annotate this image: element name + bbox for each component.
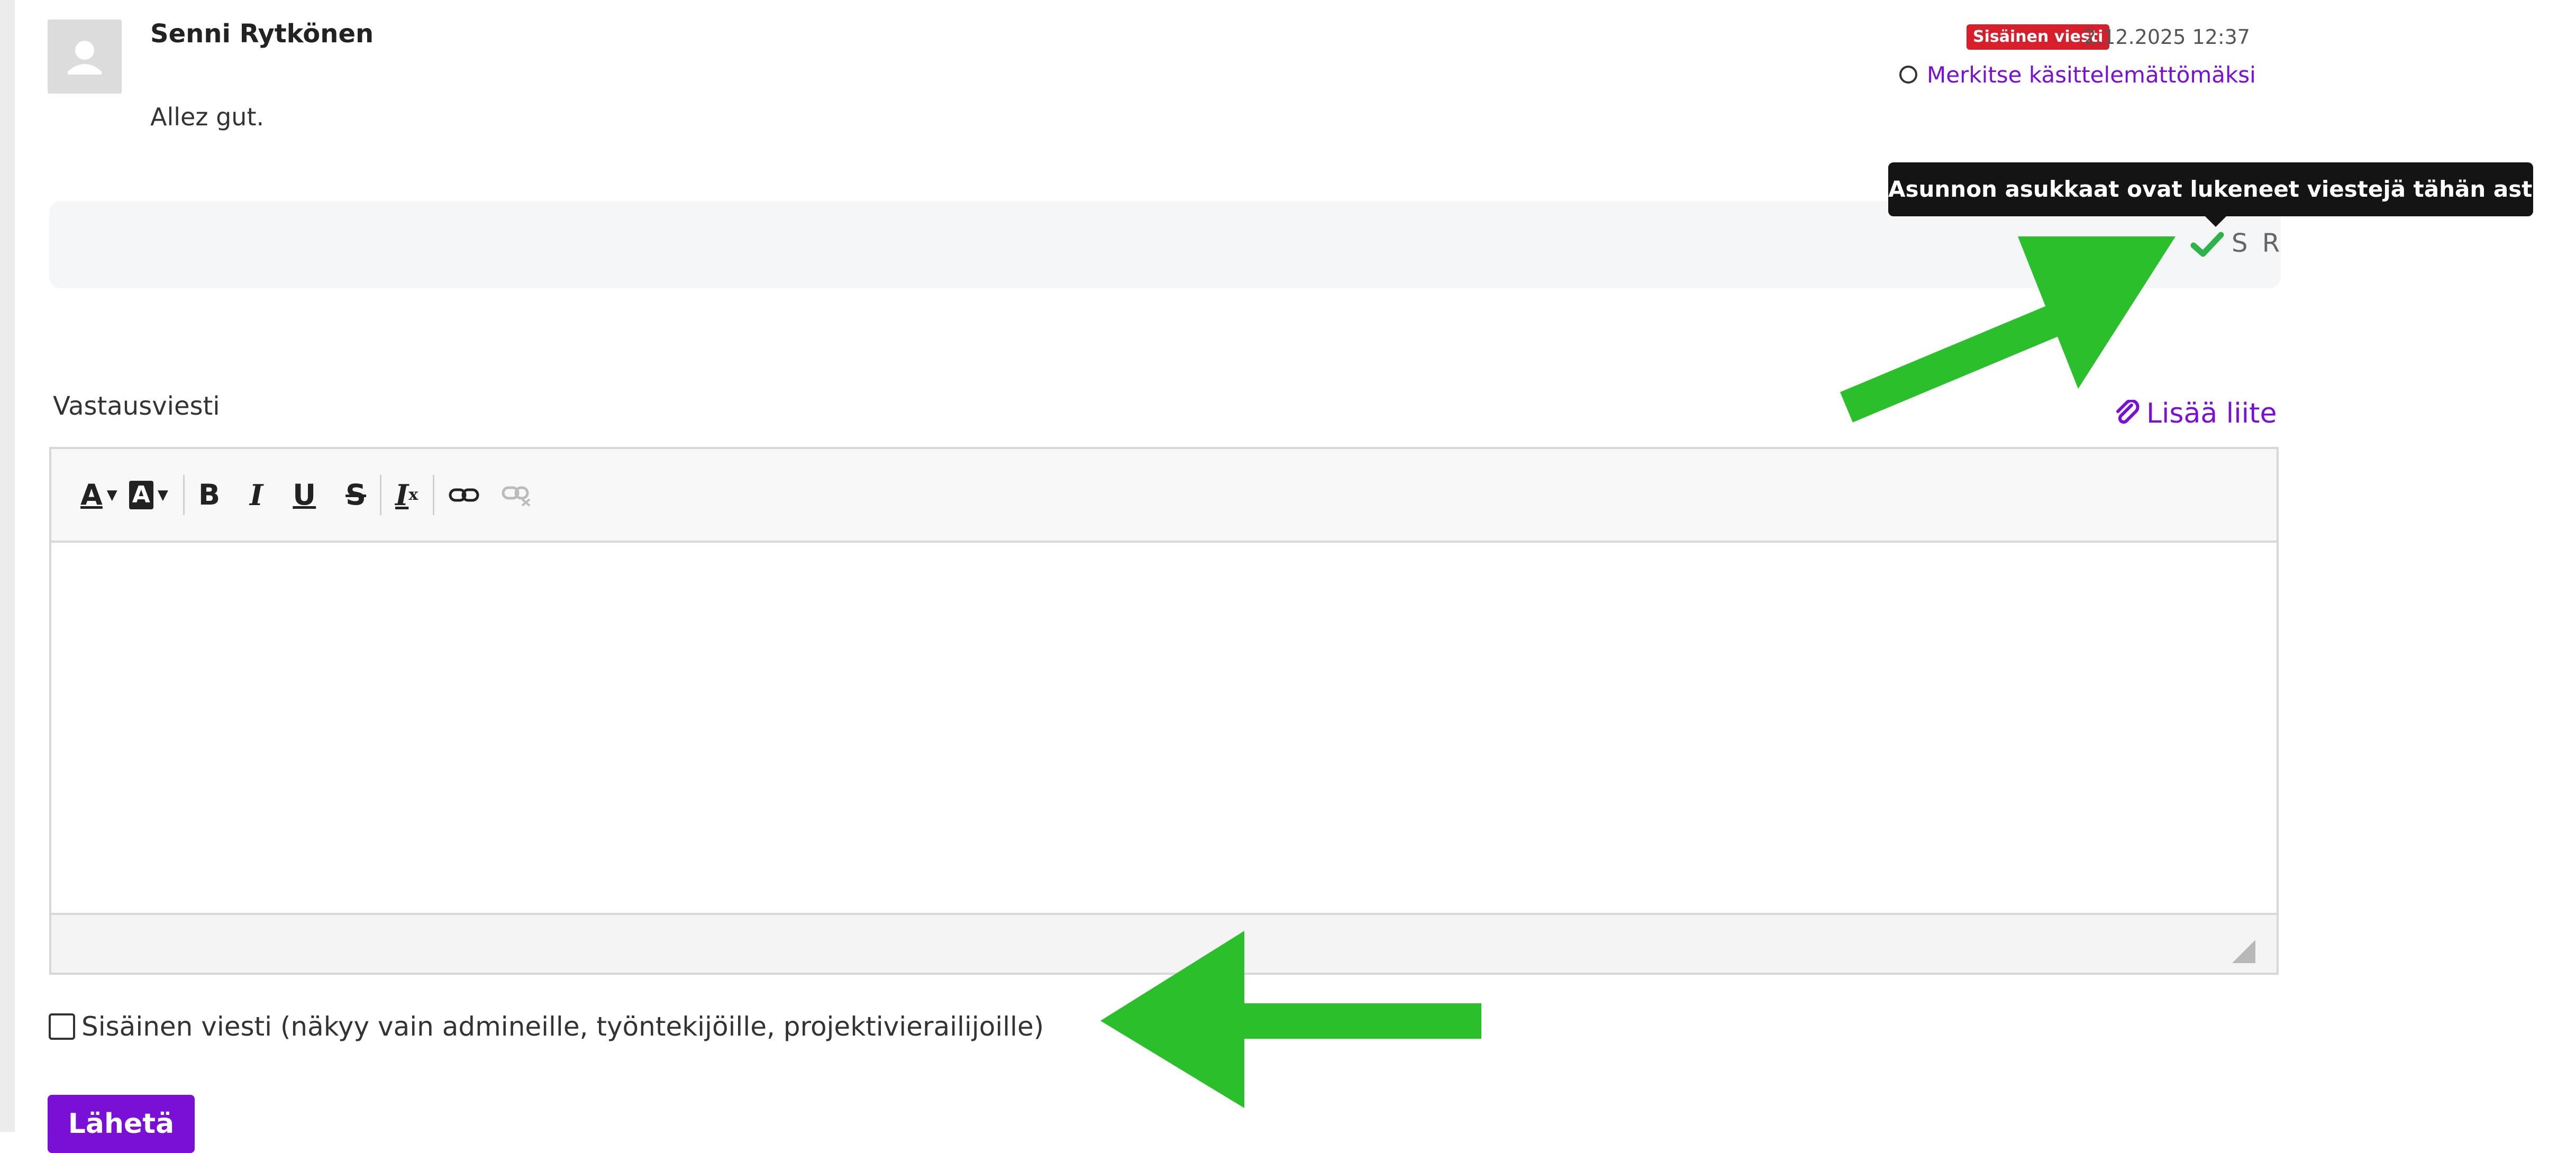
editor-statusbar xyxy=(51,913,2277,973)
read-receipt-initials[interactable]: S R xyxy=(2232,228,2283,258)
add-attachment-label: Lisää liite xyxy=(2146,398,2277,429)
mark-unread-label: Merkitse käsittelemättömäksi xyxy=(1927,61,2256,88)
circle-icon xyxy=(1899,66,1917,84)
toolbar-separator xyxy=(183,474,185,515)
bold-button[interactable]: B xyxy=(198,471,220,519)
internal-message-label: Sisäinen viesti (näkyy vain admineille, … xyxy=(81,1011,1044,1042)
chevron-down-icon: ▼ xyxy=(157,487,168,503)
toolbar-separator xyxy=(433,474,435,515)
unlink-button[interactable] xyxy=(501,471,533,519)
message-author: Senni Rytkönen xyxy=(150,19,374,49)
link-button[interactable] xyxy=(448,471,480,519)
internal-message-checkbox[interactable] xyxy=(49,1013,75,1040)
strikethrough-button[interactable]: S xyxy=(345,471,366,519)
mark-unread-link[interactable]: Merkitse käsittelemättömäksi xyxy=(1899,61,2256,88)
user-placeholder-icon xyxy=(68,41,102,75)
message-timestamp: 2.12.2025 12:37 xyxy=(2083,25,2250,49)
text-color-button[interactable]: A ▼ xyxy=(80,471,117,519)
editor-toolbar: A ▼ A ▼ B I U S Ix xyxy=(51,449,2277,543)
unlink-icon xyxy=(502,486,531,507)
chevron-down-icon: ▼ xyxy=(106,487,117,503)
underline-button[interactable]: U xyxy=(293,471,316,519)
resize-handle-icon[interactable] xyxy=(2232,940,2255,963)
link-icon xyxy=(449,488,479,501)
reply-label: Vastausviesti xyxy=(53,391,220,421)
editor-text-area[interactable] xyxy=(51,543,2277,913)
paperclip-icon xyxy=(2116,400,2140,424)
left-rail xyxy=(0,0,15,1132)
clear-x-icon: x xyxy=(408,486,418,504)
italic-button[interactable]: I xyxy=(250,471,263,519)
avatar xyxy=(48,20,122,94)
internal-message-option[interactable]: Sisäinen viesti (näkyy vain admineille, … xyxy=(49,1011,1044,1042)
remove-format-button[interactable]: Ix xyxy=(395,471,418,519)
add-attachment-link[interactable]: Lisää liite xyxy=(2114,398,2277,429)
check-icon xyxy=(2190,232,2224,257)
background-color-button[interactable]: A ▼ xyxy=(129,471,168,519)
read-receipt-tooltip: Asunnon asukkaat ovat lukeneet viestejä … xyxy=(1888,162,2548,216)
message-text: Allez gut. xyxy=(150,103,265,131)
tooltip-arrow xyxy=(2204,215,2227,227)
toolbar-separator xyxy=(380,474,382,515)
send-button[interactable]: Lähetä xyxy=(48,1095,195,1153)
